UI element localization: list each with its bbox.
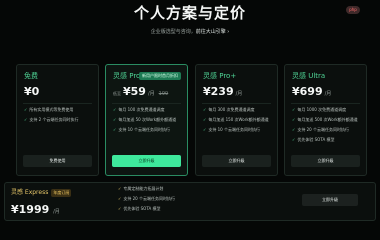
feature-item: ✓ 每月 300 次免费通道调度 [203, 107, 255, 112]
discount-tag: 新用户限时首月折扣 [139, 72, 181, 80]
express-price: ¥1999 /月 [11, 203, 60, 216]
upgrade-button-express[interactable]: 立即升级 [302, 194, 358, 206]
check-icon: ✓ [118, 196, 122, 201]
plan-card-pro-plus: 灵感 Pro+ ¥239 /月 ✓ 每月 300 次免费通道调度 ✓ 每月加送 15… [195, 64, 278, 176]
feature-item: ✓ 优先体验 SOTA 模型 [118, 206, 161, 211]
subtitle-text: 企业版选型与咨询， [150, 29, 196, 35]
plan-price-row: 低至 ¥59 /月 199 [113, 85, 168, 98]
plan-price-row: ¥0 [24, 85, 39, 98]
plan-price: ¥239 [203, 85, 234, 98]
plan-card-pro: 灵感 Pro 新用户限时首月折扣 低至 ¥59 /月 199 ✓ 每月 100 次… [105, 64, 188, 176]
divider [112, 103, 181, 104]
price-unit: /月 [147, 91, 155, 97]
feature-item: ✓ 优先体验 SOTA 模型 [292, 137, 335, 142]
free-use-button[interactable]: 免费使用 [23, 155, 92, 167]
upgrade-button-ultra[interactable]: 立即升级 [291, 155, 360, 167]
plan-card-express: 灵感 Express 年度订阅 ¥1999 /月 ✓ 专属定制能力拓展计划 ✓ 支持 … [4, 182, 376, 221]
feature-item: ✓ 每月加送 500 次Work额外额通道 [292, 117, 358, 122]
check-icon: ✓ [292, 127, 296, 132]
express-plan-name: 灵感 Express 年度订阅 [11, 189, 72, 197]
express-feature-list: ✓ 专属定制能力拓展计划 ✓ 支持 20 个云端任务同时执行 ✓ 优先体验 SOTA … [118, 186, 175, 216]
divider [202, 103, 271, 104]
feature-item: ✓ 每月 1000 次免费通道调度 [292, 107, 347, 112]
feature-list: ✓ 所有实用模式等免费使用 ✓ 支持 2 个云端任务同时执行 [24, 107, 94, 127]
feature-item: ✓ 支持 20 个云端任务同时执行 [118, 196, 175, 201]
plan-name: 灵感 Ultra [292, 72, 326, 80]
divider [291, 103, 360, 104]
check-icon: ✓ [203, 127, 207, 132]
check-icon: ✓ [203, 117, 207, 122]
feature-item: ✓ 每月加送 50 次Work额外额通道 [113, 117, 177, 122]
check-icon: ✓ [113, 127, 117, 132]
original-price: 199 [158, 91, 169, 97]
upgrade-button-pro-plus[interactable]: 立即升级 [202, 155, 271, 167]
feature-item: ✓ 支持 2 个云端任务同时执行 [24, 117, 79, 122]
annual-tag: 年度订阅 [51, 189, 72, 197]
check-icon: ✓ [113, 107, 117, 112]
plan-name: 免费 [24, 72, 38, 80]
plan-price-row: ¥239 /月 [203, 85, 242, 98]
feature-item: ✓ 每月 100 次免费通道调度 [113, 107, 165, 112]
plan-name: 灵感 Pro [113, 72, 141, 80]
check-icon: ✓ [292, 107, 296, 112]
price-unit: /月 [235, 91, 243, 97]
feature-list: ✓ 每月 100 次免费通道调度 ✓ 每月加送 50 次Work额外额通道 ✓ 支持 … [113, 107, 183, 137]
feature-item: ✓ 所有实用模式等免费使用 [24, 107, 74, 112]
check-icon: ✓ [292, 117, 296, 122]
price-unit: /月 [324, 91, 332, 97]
plan-price: ¥0 [24, 85, 40, 98]
enterprise-link[interactable]: 前往大山引擎 › [196, 29, 230, 35]
plan-name: 灵感 Pro+ [203, 72, 237, 80]
check-icon: ✓ [24, 107, 28, 112]
price-unit: /月 [53, 209, 60, 215]
check-icon: ✓ [24, 117, 28, 122]
feature-list: ✓ 每月 300 次免费通道调度 ✓ 每月加送 150 次Work额外额通道 ✓ 支持… [203, 107, 273, 137]
check-icon: ✓ [203, 107, 207, 112]
plan-price-row: ¥699 /月 [292, 85, 331, 98]
page-title: 个人方案与定价 [133, 4, 246, 22]
plan-card-free: 免费 ¥0 ✓ 所有实用模式等免费使用 ✓ 支持 2 个云端任务同时执行 免费使用 [16, 64, 99, 176]
price-prefix: 低至 [113, 91, 121, 96]
feature-item: ✓ 每月加送 150 次Work额外额通道 [203, 117, 269, 122]
feature-item: ✓ 支持 20 个云端任务同时执行 [292, 127, 349, 132]
feature-item: ✓ 支持 10 个云端任务同时执行 [113, 127, 170, 132]
plan-card-ultra: 灵感 Ultra ¥699 /月 ✓ 每月 1000 次免费通道调度 ✓ 每月加送 … [284, 64, 367, 176]
feature-item: ✓ 支持 10 个云端任务同时执行 [203, 127, 260, 132]
page-subtitle: 企业版选型与咨询，前往大山引擎 › [0, 28, 380, 35]
feature-item: ✓ 专属定制能力拓展计划 [118, 186, 164, 191]
pricing-page: php 个人方案与定价 企业版选型与咨询，前往大山引擎 › 免费 ¥0 ✓ 所有实… [0, 0, 380, 221]
check-icon: ✓ [118, 186, 122, 191]
check-icon: ✓ [292, 137, 296, 142]
upgrade-button-pro[interactable]: 立即升级 [112, 155, 181, 167]
check-icon: ✓ [118, 206, 122, 211]
plan-price: ¥59 [123, 85, 146, 98]
plan-price: ¥699 [292, 85, 323, 98]
feature-list: ✓ 每月 1000 次免费通道调度 ✓ 每月加送 500 次Work额外额通道 ✓ 支… [292, 107, 362, 147]
check-icon: ✓ [113, 117, 117, 122]
divider [23, 103, 92, 104]
